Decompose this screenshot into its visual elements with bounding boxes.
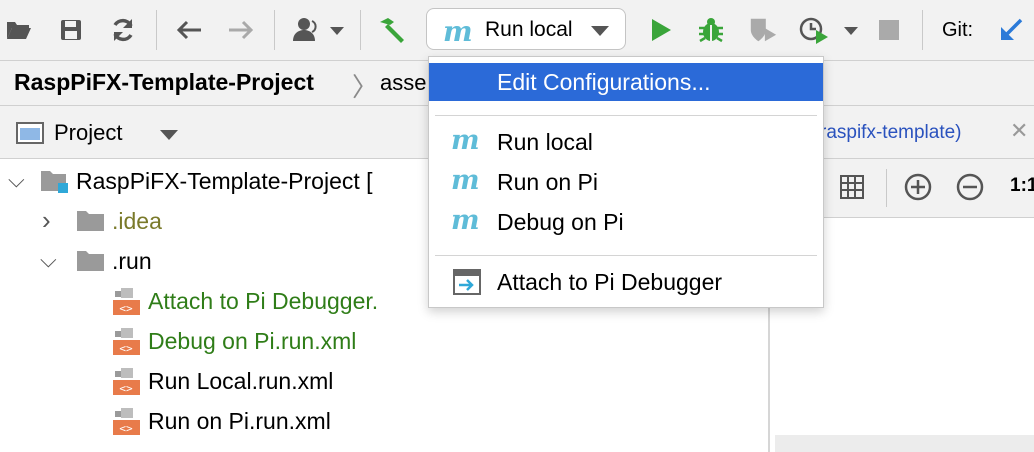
popup-item-run-on-pi[interactable]: m Run on Pi [429, 163, 823, 201]
tree-row-debug-xml[interactable]: <> Debug on Pi.run.xml [0, 321, 768, 361]
tree-row-label: Run Local.run.xml [148, 368, 334, 394]
edit-configurations-label: Edit Configurations... [497, 69, 711, 95]
xml-file-icon: <> [113, 328, 140, 355]
chevron-right-icon[interactable]: › [42, 205, 51, 236]
close-icon[interactable]: ✕ [1010, 118, 1028, 144]
breadcrumb-separator-icon: 〉 [352, 72, 379, 102]
tree-row-label: Attach to Pi Debugger. [148, 288, 379, 314]
maven-icon: m [451, 205, 480, 236]
editor-tab[interactable]: raspifx-template) [820, 122, 962, 144]
svg-text:<>: <> [119, 302, 133, 315]
toolbar-separator [156, 10, 157, 50]
forward-arrow-icon[interactable] [226, 14, 256, 46]
popup-separator [435, 115, 817, 116]
toolbar-separator [274, 10, 275, 50]
module-folder-icon [41, 171, 68, 193]
editor-bottom-strip [775, 435, 1034, 452]
project-window-icon [16, 122, 44, 144]
sync-icon[interactable] [108, 14, 138, 46]
run-configuration-label: Run local [485, 18, 573, 41]
git-update-arrow-icon[interactable] [996, 14, 1026, 46]
popup-item-label: Debug on Pi [497, 209, 624, 235]
chevron-down-icon[interactable] [160, 130, 178, 140]
chevron-down-icon [591, 26, 609, 36]
chevron-down-icon[interactable]: ⌵ [40, 247, 57, 273]
coverage-shield-icon[interactable] [748, 14, 778, 46]
toolbar-separator [360, 10, 361, 50]
user-dropdown-icon[interactable] [290, 14, 346, 46]
breadcrumb-folder[interactable]: asse [380, 70, 426, 96]
svg-text:<>: <> [119, 382, 133, 395]
zoom-out-icon[interactable] [956, 173, 984, 201]
popup-separator [435, 255, 817, 256]
tree-row-label: RaspPiFX-Template-Project [ [76, 168, 373, 194]
build-hammer-icon[interactable] [376, 14, 406, 46]
maven-icon: m [451, 125, 480, 156]
grid-icon[interactable] [840, 175, 864, 199]
popup-item-label: Attach to Pi Debugger [497, 269, 723, 295]
profiler-clock-icon[interactable] [796, 14, 862, 46]
popup-item-label: Run on Pi [497, 169, 599, 195]
debug-bug-icon[interactable] [696, 14, 726, 46]
run-configuration-popup: Edit Configurations... m Run local m Run… [428, 56, 824, 308]
actual-size-button[interactable]: 1:1 [1010, 175, 1034, 197]
xml-file-icon: <> [113, 368, 140, 395]
project-panel-title[interactable]: Project [54, 120, 122, 146]
tree-row-run-local-xml[interactable]: <> Run Local.run.xml [0, 361, 768, 401]
chevron-down-icon[interactable]: ⌵ [8, 167, 25, 193]
xml-file-icon: <> [113, 408, 140, 435]
xml-file-icon: <> [113, 288, 140, 315]
svg-text:<>: <> [119, 422, 133, 435]
tree-row-run-pi-xml[interactable]: <> Run on Pi.run.xml [0, 401, 768, 441]
git-label: Git: [942, 19, 974, 41]
save-icon[interactable] [56, 14, 86, 46]
popup-item-attach-debugger[interactable]: Attach to Pi Debugger [429, 263, 823, 301]
folder-icon [77, 251, 104, 271]
run-play-icon[interactable] [646, 14, 676, 46]
tree-row-label: Debug on Pi.run.xml [148, 328, 357, 354]
maven-icon: m [451, 165, 480, 196]
edit-configurations-item[interactable]: Edit Configurations... [429, 63, 823, 101]
remote-debug-icon [453, 269, 481, 295]
back-arrow-icon[interactable] [174, 14, 204, 46]
tree-row-label: .run [112, 248, 152, 274]
tree-row-label: Run on Pi.run.xml [148, 408, 331, 434]
toolbar-separator [922, 10, 923, 50]
main-toolbar: m Run local Git: [0, 0, 1034, 61]
toolbar-separator [886, 169, 887, 207]
popup-item-debug-on-pi[interactable]: m Debug on Pi [429, 203, 823, 241]
open-folder-icon[interactable] [4, 14, 34, 46]
zoom-in-icon[interactable] [904, 173, 932, 201]
tree-row-label: .idea [112, 208, 162, 234]
breadcrumb-project[interactable]: RaspPiFX-Template-Project [14, 69, 314, 96]
stop-square-icon[interactable] [874, 14, 904, 46]
popup-item-run-local[interactable]: m Run local [429, 123, 823, 161]
svg-text:<>: <> [119, 342, 133, 355]
run-configuration-dropdown[interactable]: m Run local [426, 8, 626, 50]
folder-icon [77, 211, 104, 231]
popup-item-label: Run local [497, 129, 593, 155]
maven-icon: m [443, 15, 473, 48]
